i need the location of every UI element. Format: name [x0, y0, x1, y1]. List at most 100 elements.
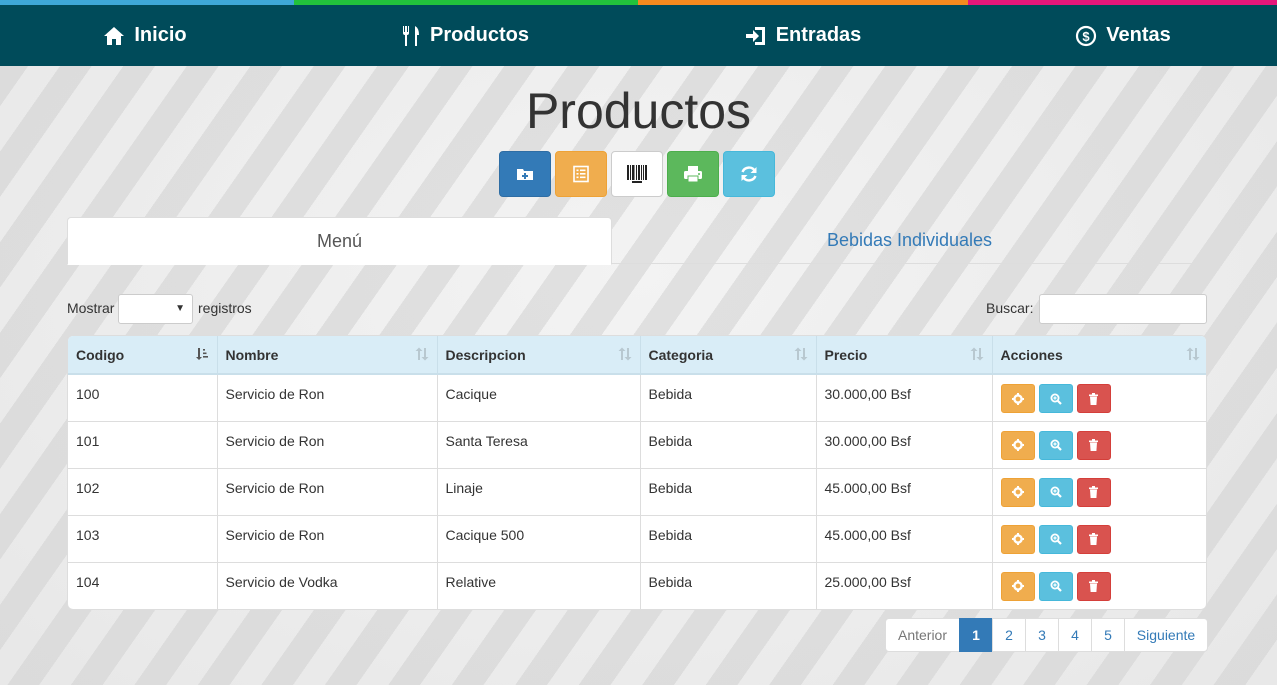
cell-descripcion: Cacique	[437, 374, 641, 421]
delete-button[interactable]	[1076, 524, 1111, 554]
pagination-page-1[interactable]: 1	[959, 618, 993, 652]
settings-icon	[1011, 392, 1024, 405]
edit-button[interactable]	[1000, 571, 1035, 601]
nav-item-inicio[interactable]: Inicio	[40, 5, 250, 66]
cell-descripcion: Linaje	[437, 467, 641, 515]
view-button[interactable]	[1038, 571, 1073, 601]
sort-both-icon	[794, 347, 807, 361]
column-header-nombre[interactable]: Nombre	[217, 336, 438, 375]
svg-text:$: $	[1083, 29, 1091, 44]
table-row: 102 Servicio de Ron Linaje Bebida 45.000,00 …	[68, 467, 1206, 515]
nav-item-ventas[interactable]: $ Ventas	[1018, 5, 1228, 66]
delete-button[interactable]	[1076, 430, 1111, 460]
column-title: Precio	[824, 346, 868, 363]
view-button[interactable]	[1038, 477, 1073, 507]
cell-acciones	[992, 420, 1206, 468]
delete-button[interactable]	[1076, 571, 1111, 601]
column-header-categoria[interactable]: Categoria	[640, 336, 817, 375]
product-tabs: Menú Bebidas Individuales	[67, 217, 1207, 265]
zoom-in-icon	[1050, 393, 1062, 405]
nav-label-inicio: Inicio	[134, 24, 187, 46]
tab-menu[interactable]: Menú	[67, 217, 612, 265]
nav-label-ventas: Ventas	[1106, 24, 1171, 46]
page-length-select[interactable]: ▼	[118, 294, 193, 324]
print-button[interactable]	[667, 151, 719, 197]
nav-label-entradas: Entradas	[775, 24, 862, 46]
view-button[interactable]	[1038, 524, 1073, 554]
log-in-icon	[745, 26, 765, 45]
cell-precio: 25.000,00 Bsf	[816, 561, 993, 609]
barcode-button[interactable]	[611, 151, 663, 197]
column-title: Codigo	[76, 346, 125, 363]
zoom-in-icon	[1050, 486, 1062, 498]
cutlery-icon	[403, 25, 420, 46]
column-title: Descripcion	[445, 346, 526, 363]
cell-nombre: Servicio de Vodka	[217, 561, 438, 609]
trash-icon	[1089, 486, 1098, 498]
column-header-descripcion[interactable]: Descripcion	[437, 336, 641, 375]
sort-both-icon	[970, 347, 983, 361]
edit-button[interactable]	[1000, 524, 1035, 554]
zoom-in-icon	[1050, 439, 1062, 451]
pagination-page-3[interactable]: 3	[1025, 618, 1059, 652]
pagination-previous[interactable]: Anterior	[885, 618, 960, 652]
pagination-page-2[interactable]: 2	[992, 618, 1026, 652]
view-button[interactable]	[1038, 430, 1073, 460]
column-header-precio[interactable]: Precio	[816, 336, 993, 375]
products-table: Codigo Nombre Descripcion Categoria Prec…	[67, 335, 1207, 610]
delete-button[interactable]	[1076, 384, 1111, 413]
search-label: Buscar:	[986, 300, 1034, 316]
sort-both-icon	[618, 347, 631, 361]
zoom-in-icon	[1050, 580, 1062, 592]
view-button[interactable]	[1038, 384, 1073, 413]
trash-icon	[1089, 580, 1098, 592]
edit-button[interactable]	[1000, 430, 1035, 460]
cell-codigo: 100	[68, 374, 218, 421]
edit-button[interactable]	[1000, 477, 1035, 507]
tab-bebidas-individuales[interactable]: Bebidas Individuales	[612, 217, 1207, 264]
search-input[interactable]	[1039, 294, 1207, 324]
table-row: 104 Servicio de Vodka Relative Bebida 25.000…	[68, 561, 1206, 609]
nav-label-productos: Productos	[430, 24, 529, 46]
cell-precio: 45.000,00 Bsf	[816, 467, 993, 515]
column-header-acciones[interactable]: Acciones	[992, 336, 1206, 375]
home-icon	[104, 26, 125, 45]
new-product-button[interactable]	[499, 151, 551, 197]
column-title: Nombre	[225, 346, 279, 363]
refresh-icon	[741, 166, 757, 182]
pagination-next[interactable]: Siguiente	[1124, 618, 1208, 652]
sort-both-icon	[1186, 347, 1200, 361]
sort-asc-icon	[195, 348, 208, 360]
cell-precio: 45.000,00 Bsf	[816, 514, 993, 562]
cell-categoria: Bebida	[640, 514, 817, 562]
caret-down-icon: ▼	[175, 303, 185, 314]
column-header-codigo[interactable]: Codigo	[68, 336, 218, 375]
cell-acciones	[992, 561, 1206, 609]
cell-nombre: Servicio de Ron	[217, 420, 438, 468]
cell-categoria: Bebida	[640, 374, 817, 421]
delete-button[interactable]	[1076, 477, 1111, 507]
cell-categoria: Bebida	[640, 467, 817, 515]
settings-icon	[1011, 580, 1024, 592]
table-row: 101 Servicio de Ron Santa Teresa Bebida 30.0…	[68, 420, 1206, 468]
zoom-in-icon	[1050, 533, 1062, 545]
pagination-page-5[interactable]: 5	[1091, 618, 1125, 652]
nav-item-entradas[interactable]: Entradas	[698, 5, 908, 66]
pagination-page-4[interactable]: 4	[1058, 618, 1092, 652]
column-title: Categoria	[648, 346, 714, 363]
trash-icon	[1089, 533, 1098, 545]
sort-both-icon	[415, 347, 428, 361]
settings-icon	[1011, 486, 1024, 498]
length-prefix-label: Mostrar	[67, 300, 115, 316]
cell-acciones	[992, 374, 1206, 421]
cell-codigo: 102	[68, 467, 218, 515]
cell-descripcion: Santa Teresa	[437, 420, 641, 468]
nav-item-productos[interactable]: Productos	[360, 5, 570, 66]
cell-precio: 30.000,00 Bsf	[816, 374, 993, 421]
table-row: 103 Servicio de Ron Cacique 500 Bebida 45.00…	[68, 514, 1206, 562]
edit-button[interactable]	[1000, 384, 1035, 413]
refresh-button[interactable]	[723, 151, 775, 197]
cell-nombre: Servicio de Ron	[217, 374, 438, 421]
list-button[interactable]	[555, 151, 607, 197]
settings-icon	[1011, 533, 1024, 545]
